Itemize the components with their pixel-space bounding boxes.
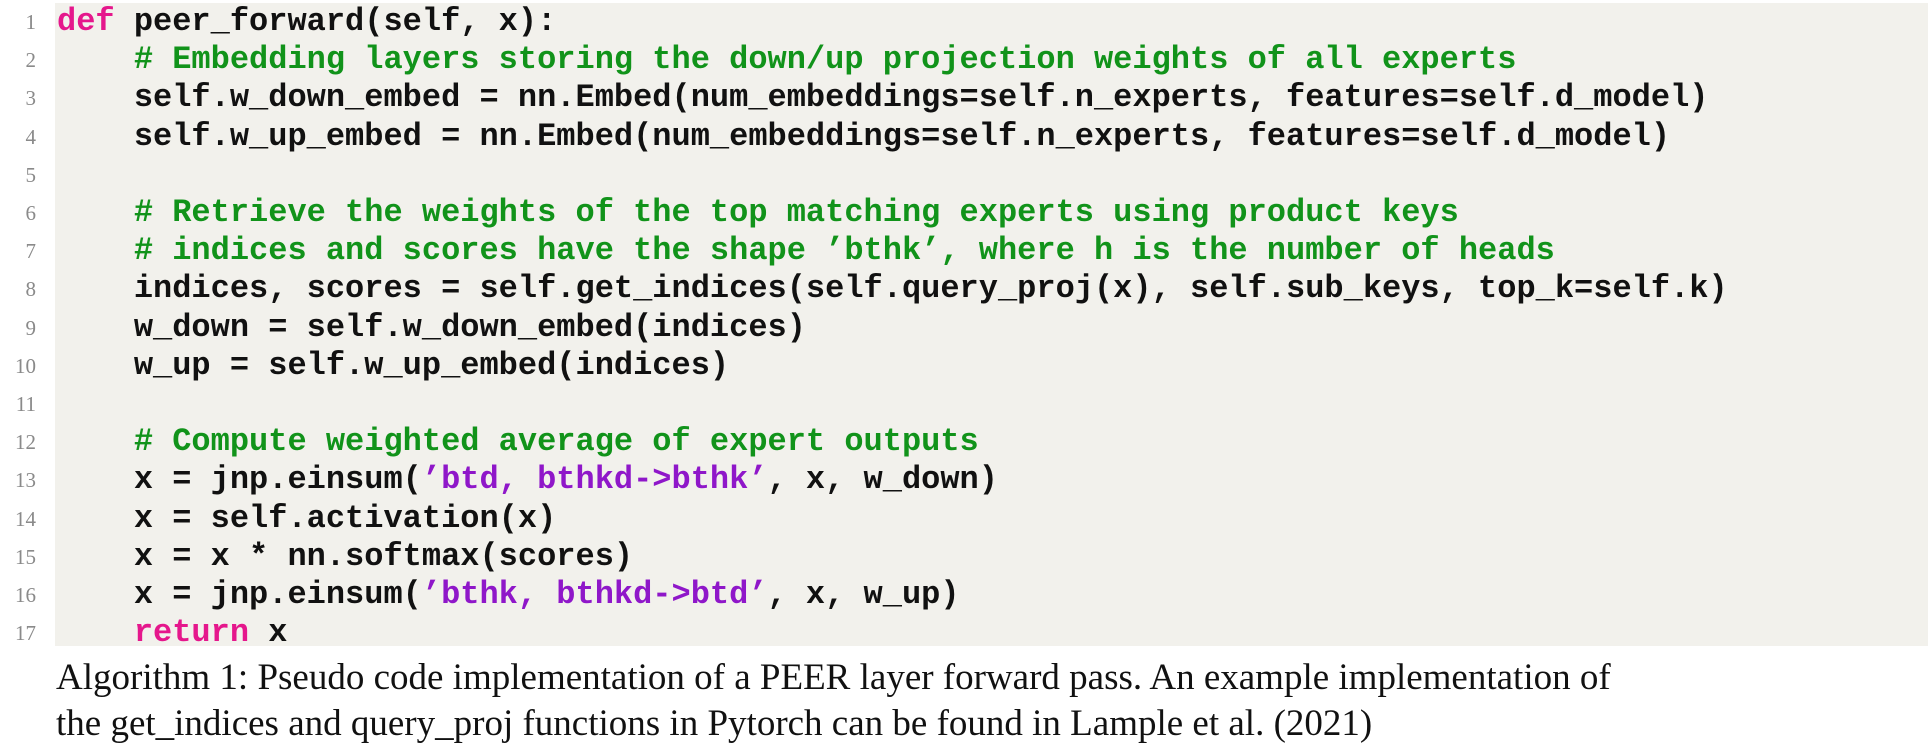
keyword-token: return — [133, 614, 250, 652]
comment-token: # indices and scores have the shape ’bth… — [133, 232, 1555, 270]
code-line: 7 # indices and scores have the shape ’b… — [0, 232, 1928, 270]
code-line: 3 self.w_down_embed = nn.Embed(num_embed… — [0, 79, 1928, 117]
line-number: 1 — [25, 10, 37, 34]
caption-line-1: Algorithm 1: Pseudo code implementation … — [56, 657, 1611, 698]
comment-token: # Compute weighted average of expert out… — [133, 423, 979, 461]
code-text: x = jnp.einsum(’btd, bthkd->bthk’, x, w_… — [57, 461, 998, 499]
line-number: 17 — [15, 621, 36, 646]
code-line: 4 self.w_up_embed = nn.Embed(num_embeddi… — [0, 118, 1928, 156]
code-token: self.w_up_embed = nn.Embed(num_embedding… — [57, 117, 1671, 155]
code-token: x = self.activation(x) — [57, 499, 557, 537]
code-token: x = jnp.einsum( — [57, 461, 422, 499]
line-number: 8 — [25, 277, 37, 302]
line-number: 10 — [15, 353, 36, 378]
line-number: 15 — [15, 544, 36, 569]
code-token: w_up = self.w_up_embed(indices) — [57, 346, 730, 384]
code-line: 9 w_down = self.w_down_embed(indices) — [0, 309, 1928, 347]
line-number: 14 — [15, 506, 36, 531]
code-token: x = jnp.einsum( — [57, 576, 422, 613]
line-number: 6 — [25, 201, 37, 225]
string-token: ’btd, bthkd->bthk’ — [421, 461, 768, 499]
code-line: 16 x = jnp.einsum(’bthk, bthkd->btd’, x,… — [0, 576, 1928, 614]
code-text: x = jnp.einsum(’bthk, bthkd->btd’, x, w_… — [57, 576, 960, 614]
comment-token: # Embedding layers storing the down/up p… — [133, 41, 1517, 79]
code-token: self.w_down_embed = nn.Embed(num_embeddi… — [57, 79, 1709, 117]
code-line: 13 x = jnp.einsum(’btd, bthkd->bthk’, x,… — [0, 461, 1928, 499]
code-text: x = self.activation(x) — [57, 500, 556, 538]
code-token: indices, scores = self.get_indices(self.… — [57, 270, 1728, 308]
line-number: 2 — [25, 48, 37, 73]
code-line: 6 # Retrieve the weights of the top matc… — [0, 194, 1928, 232]
line-number: 5 — [25, 162, 37, 187]
code-line: 15 x = x * nn.softmax(scores) — [0, 538, 1928, 576]
code-line: 11 — [0, 385, 1928, 423]
code-text: def peer_forward(self, x): — [57, 3, 556, 41]
code-line: 12 # Compute weighted average of expert … — [0, 423, 1928, 461]
code-text: indices, scores = self.get_indices(self.… — [57, 270, 1728, 308]
code-line: 5 — [0, 156, 1928, 194]
line-number: 11 — [15, 392, 36, 416]
code-text: # Retrieve the weights of the top matchi… — [57, 194, 1459, 232]
code-token: peer_forward(self, x): — [114, 3, 557, 40]
code-line: 14 x = self.activation(x) — [0, 500, 1928, 538]
code-token: x = x * nn.softmax(scores) — [57, 537, 634, 575]
code-text: self.w_down_embed = nn.Embed(num_embeddi… — [57, 79, 1709, 117]
string-token: ’bthk, bthkd->btd’ — [421, 576, 768, 613]
code-token: x — [249, 614, 288, 652]
keyword-token: def — [57, 3, 115, 40]
code-text: w_up = self.w_up_embed(indices) — [57, 347, 729, 385]
line-number: 9 — [25, 315, 37, 340]
code-line: 10 w_up = self.w_up_embed(indices) — [0, 347, 1928, 385]
code-line: 1 def peer_forward(self, x): — [0, 3, 1928, 41]
code-text: w_down = self.w_down_embed(indices) — [57, 309, 806, 347]
code-token: , x, w_up) — [767, 576, 960, 613]
algorithm-caption: Algorithm 1: Pseudo code implementation … — [56, 655, 1926, 747]
line-number: 12 — [15, 430, 36, 455]
code-text: self.w_up_embed = nn.Embed(num_embedding… — [57, 118, 1670, 156]
caption-line-2: the get_indices and query_proj functions… — [56, 703, 1373, 744]
code-line: 17 return x — [0, 614, 1928, 652]
code-line: 2 # Embedding layers storing the down/up… — [0, 41, 1928, 79]
code-text: return x — [57, 614, 288, 652]
code-token: , x, w_down) — [767, 461, 998, 499]
code-text: x = x * nn.softmax(scores) — [57, 538, 633, 576]
line-number: 4 — [25, 124, 37, 149]
code-text: # indices and scores have the shape ’bth… — [57, 232, 1555, 270]
line-number: 3 — [25, 86, 37, 111]
code-token: w_down = self.w_down_embed(indices) — [57, 308, 806, 346]
line-number: 16 — [15, 583, 36, 607]
code-text: # Embedding layers storing the down/up p… — [57, 41, 1517, 79]
code-text: # Compute weighted average of expert out… — [57, 423, 979, 461]
line-number: 7 — [25, 239, 37, 264]
line-number: 13 — [15, 468, 36, 493]
comment-token: # Retrieve the weights of the top matchi… — [133, 194, 1459, 231]
code-line: 8 indices, scores = self.get_indices(sel… — [0, 270, 1928, 308]
